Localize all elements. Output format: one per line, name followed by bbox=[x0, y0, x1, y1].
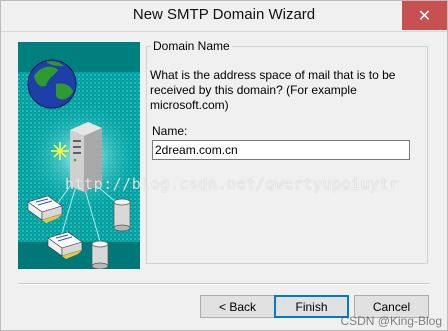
window-title: New SMTP Domain Wizard bbox=[132, 6, 316, 23]
back-button[interactable]: < Back bbox=[200, 295, 275, 318]
close-icon: ✕ bbox=[417, 7, 432, 25]
server-icon bbox=[70, 122, 102, 192]
footer-credit: CSDN @King-Blog bbox=[340, 314, 442, 328]
wizard-window: New SMTP Domain Wizard ✕ Domain Name Wha… bbox=[0, 0, 448, 331]
button-separator-highlight bbox=[18, 284, 430, 285]
wizard-content: Domain Name What is the address space of… bbox=[1, 32, 447, 282]
wizard-illustration bbox=[18, 42, 140, 269]
globe-icon bbox=[27, 59, 77, 109]
close-button[interactable]: ✕ bbox=[402, 1, 447, 30]
name-label: Name: bbox=[152, 124, 188, 138]
title-bar[interactable]: New SMTP Domain Wizard ✕ bbox=[1, 1, 447, 31]
domain-name-input[interactable] bbox=[152, 140, 410, 160]
domain-prompt-text: What is the address space of mail that i… bbox=[150, 68, 396, 112]
group-legend: Domain Name bbox=[151, 39, 232, 53]
finish-button[interactable]: Finish bbox=[274, 295, 349, 318]
